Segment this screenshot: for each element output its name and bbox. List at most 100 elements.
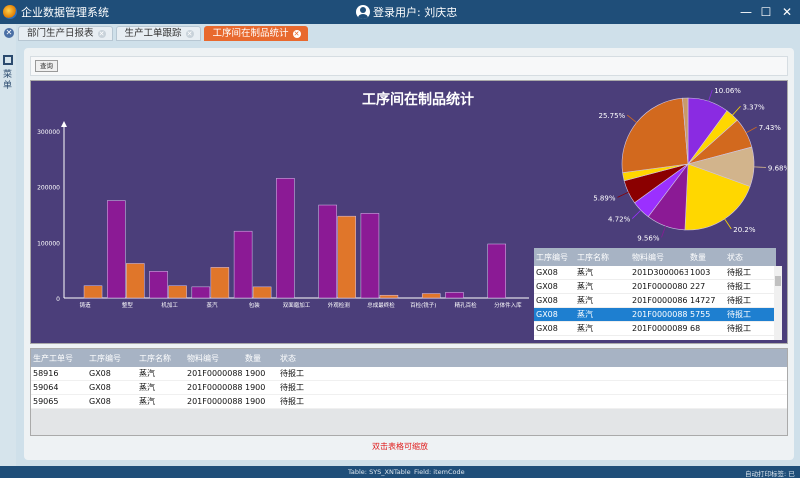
table-row[interactable]: GX08 蒸汽 201D30000637 1003 待报工 xyxy=(534,266,776,280)
col-header[interactable]: 状态 xyxy=(724,252,768,263)
cell: GX08 xyxy=(89,383,111,392)
status-print: 自动打印标签: 已关闭 xyxy=(745,470,795,478)
status-table: Table: SYS_XNTable xyxy=(348,468,411,476)
app-logo-icon xyxy=(3,5,17,19)
pie-label: 3.37% xyxy=(742,103,765,111)
maximize-button[interactable]: ☐ xyxy=(756,2,776,22)
x-tick-label: 机加工 xyxy=(161,301,178,309)
table-row[interactable]: GX08 蒸汽 201F00000865 14727 待报工 xyxy=(534,294,776,308)
x-tick-label: 铸造 xyxy=(80,301,92,309)
bar xyxy=(126,263,145,299)
table-row[interactable]: GX08 蒸汽 201F00000804 227 待报工 xyxy=(534,280,776,294)
close-tab-icon[interactable]: ✕ xyxy=(185,29,194,38)
cell: 59064 xyxy=(33,383,59,392)
pie-leader-line xyxy=(708,89,713,102)
pie-label: 20.2% xyxy=(733,226,756,234)
cell: 待报工 xyxy=(727,310,751,319)
query-button[interactable]: 查询 xyxy=(35,60,58,72)
col-header[interactable]: 数量 xyxy=(243,353,278,364)
pie-label: 25.75% xyxy=(599,112,626,120)
tab-label: 部门生产日报表 xyxy=(27,28,94,39)
cell: 201F00000885 xyxy=(187,397,243,406)
pie-leader-line xyxy=(626,114,637,123)
pie-leader-line xyxy=(732,106,741,116)
table-row[interactable]: 59064 GX08 蒸汽 201F00000885 1900 待报工 xyxy=(31,381,787,395)
menu-label[interactable]: 菜单 xyxy=(3,70,13,92)
x-tick-label: 双面磨加工 xyxy=(283,301,311,309)
cell: 201D30000637 xyxy=(632,268,688,277)
bar xyxy=(318,204,337,299)
minimize-button[interactable]: — xyxy=(736,2,756,22)
pie-label: 7.43% xyxy=(759,124,782,132)
bar xyxy=(191,286,211,299)
cell: 68 xyxy=(690,324,701,333)
table-row[interactable]: 58916 GX08 蒸汽 201F00000885 1900 待报工 xyxy=(31,367,787,381)
cell: 201F00000804 xyxy=(632,282,688,291)
cell: 蒸汽 xyxy=(577,324,593,333)
pie-leader-line xyxy=(632,209,642,219)
cell: 待报工 xyxy=(727,296,751,305)
cell: 蒸汽 xyxy=(577,268,593,277)
table-row[interactable]: GX08 蒸汽 201F00000890 68 待报工 xyxy=(534,322,776,336)
bar xyxy=(445,292,464,299)
col-header[interactable]: 工序编号 xyxy=(87,353,137,364)
cell: 待报工 xyxy=(280,383,304,392)
close-all-tabs-icon[interactable]: ✕ xyxy=(4,28,14,38)
close-tab-icon[interactable]: ✕ xyxy=(292,29,301,38)
y-tick-label: 0 xyxy=(56,296,60,303)
col-header[interactable]: 物料编号 xyxy=(630,252,688,263)
cell: 待报工 xyxy=(727,268,751,277)
cell: 1003 xyxy=(690,268,711,277)
tab-bar: 部门生产日报表 ✕ 生产工单跟踪 ✕ 工序间在制品统计 ✕ xyxy=(18,26,308,42)
col-header[interactable]: 状态 xyxy=(278,353,318,364)
cell: 待报工 xyxy=(727,282,751,291)
col-header[interactable]: 工序名称 xyxy=(137,353,187,364)
cell: GX08 xyxy=(536,268,558,277)
user-icon xyxy=(356,5,370,19)
cell: GX08 xyxy=(536,282,558,291)
bar xyxy=(149,271,168,299)
cell: 1900 xyxy=(245,383,266,392)
x-tick-label: 外观检测 xyxy=(328,301,351,309)
scrollbar-thumb[interactable] xyxy=(775,276,781,286)
pie-chart: 10.06%3.37% 7.43% 9.68% 20.2% 9.56% 4.72% 5.89… xyxy=(593,87,787,242)
tab-work-order-tracking[interactable]: 生产工单跟踪 ✕ xyxy=(115,26,201,41)
cell: GX08 xyxy=(536,296,558,305)
x-tick-label: 总成最终检 xyxy=(367,301,395,309)
pie-label: 5.89% xyxy=(593,194,616,202)
close-tab-icon[interactable]: ✕ xyxy=(97,29,106,38)
work-order-table[interactable]: 生产工单号 工序编号 工序名称 物料编号 数量 状态 58916 GX08 蒸汽… xyxy=(30,348,788,436)
x-tick-label: 百检(铣子) xyxy=(410,301,436,309)
bar xyxy=(252,286,272,299)
process-table[interactable]: 工序编号 工序名称 物料编号 数量 状态 GX08 蒸汽 201D3000063… xyxy=(534,248,776,340)
user-label: 登录用户: 刘庆忠 xyxy=(373,6,458,19)
tab-dept-daily-report[interactable]: 部门生产日报表 ✕ xyxy=(18,26,113,41)
y-tick-label: 100000 xyxy=(37,240,60,247)
col-header[interactable]: 工序名称 xyxy=(574,252,630,263)
cell: 227 xyxy=(690,282,706,291)
menu-grid-icon[interactable] xyxy=(3,55,13,65)
col-header[interactable]: 生产工单号 xyxy=(31,353,87,364)
zoom-hint: 双击表格可缩放 xyxy=(372,442,428,451)
cell: 待报工 xyxy=(280,397,304,406)
cell: 待报工 xyxy=(280,369,304,378)
table-scrollbar[interactable] xyxy=(774,266,782,340)
bar xyxy=(379,294,399,299)
bar xyxy=(107,200,126,299)
pie-label: 9.68% xyxy=(768,164,787,172)
tab-wip-statistics[interactable]: 工序间在制品统计 ✕ xyxy=(203,26,308,41)
bar xyxy=(210,267,230,299)
table-row[interactable]: 59065 GX08 蒸汽 201F00000885 1900 待报工 xyxy=(31,395,787,409)
tab-label: 生产工单跟踪 xyxy=(124,28,182,39)
cell: 蒸汽 xyxy=(577,310,593,319)
user-info: 登录用户: 刘庆忠 xyxy=(356,4,457,20)
cell: 14727 xyxy=(690,296,716,305)
pie-label: 4.72% xyxy=(608,216,631,224)
cell: 5755 xyxy=(690,310,711,319)
close-window-button[interactable]: ✕ xyxy=(777,2,797,22)
bar xyxy=(233,230,253,299)
table-row-selected[interactable]: GX08 蒸汽 201F00000885 5755 待报工 xyxy=(534,308,776,322)
col-header[interactable]: 物料编号 xyxy=(187,353,243,364)
col-header[interactable]: 数量 xyxy=(688,252,724,263)
col-header[interactable]: 工序编号 xyxy=(534,252,574,263)
